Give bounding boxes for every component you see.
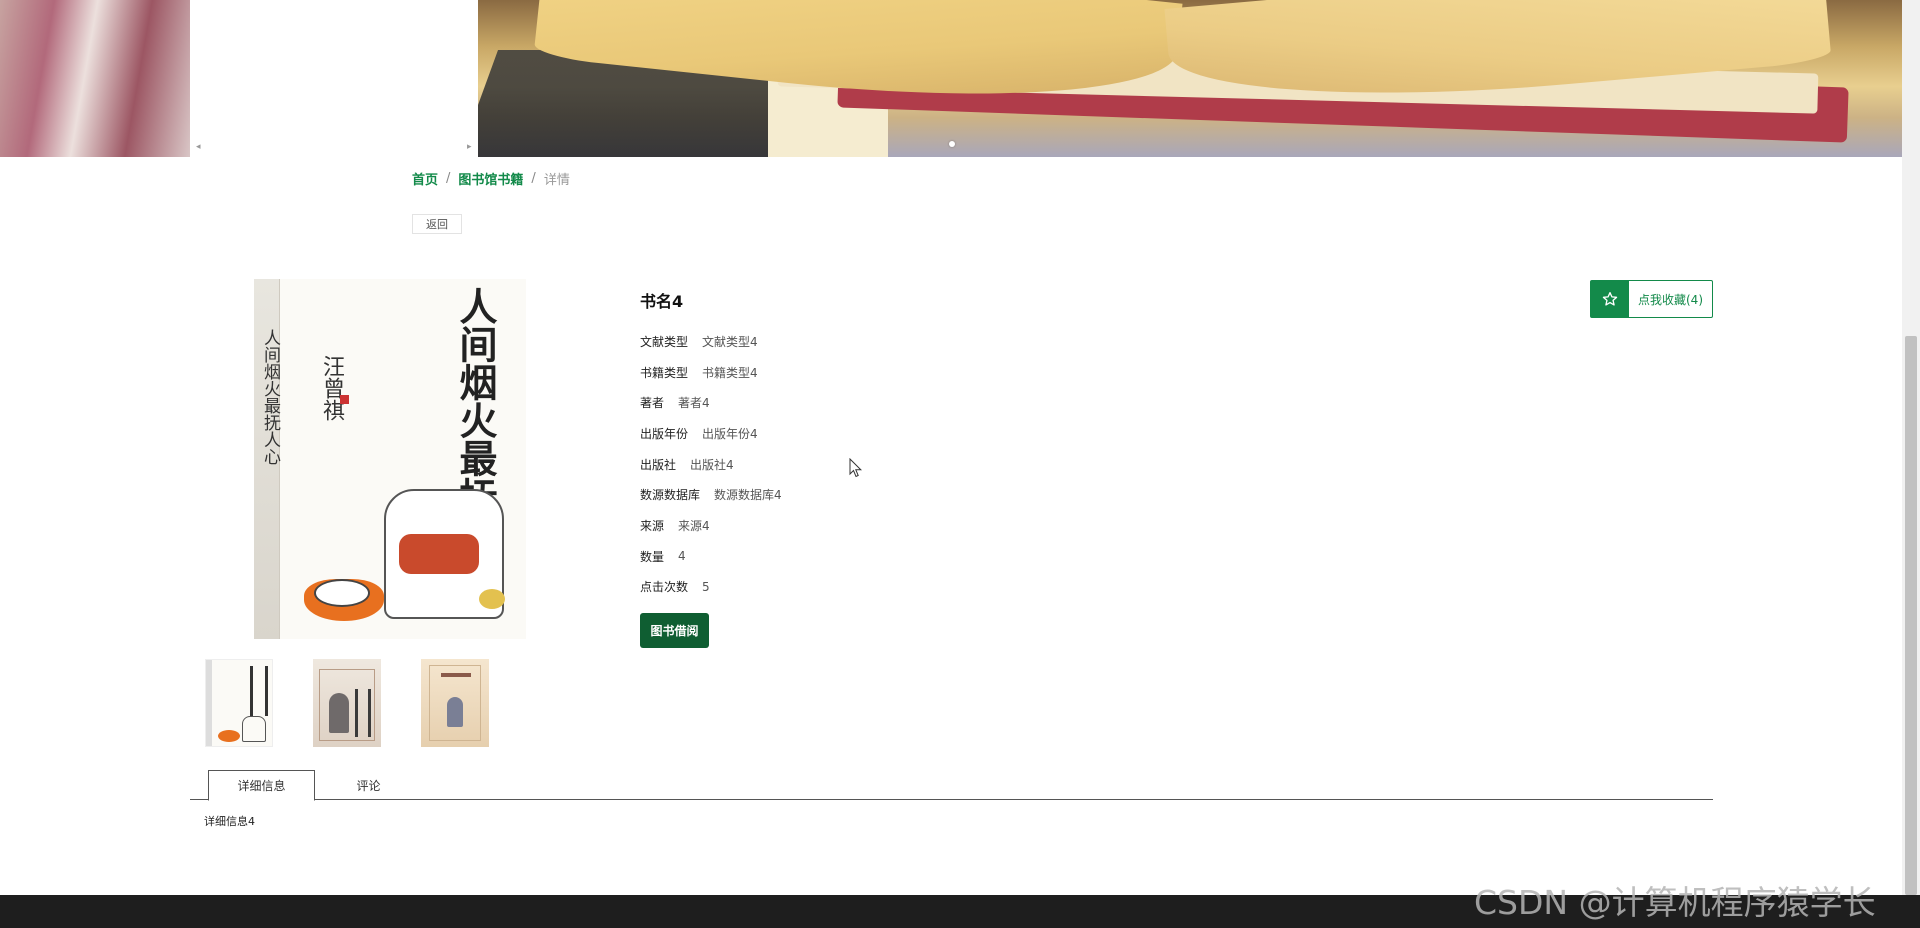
thumbnail-1[interactable] (205, 659, 273, 747)
thumbnail-spine (206, 660, 212, 746)
book-info-list: 文献类型 文献类型4 书籍类型 书籍类型4 著者 著者4 出版年份 出版年份4 … (640, 326, 782, 602)
tab-details[interactable]: 详细信息 (208, 770, 315, 801)
info-label: 书籍类型 (640, 365, 689, 380)
info-label: 著者 (640, 396, 665, 411)
breadcrumb-current: 详情 (543, 173, 570, 188)
carousel-prev-arrow[interactable]: ◂ (196, 142, 201, 152)
carousel-next-arrow[interactable]: ▸ (467, 142, 472, 152)
info-row-literature-type: 文献类型 文献类型4 (640, 326, 782, 357)
thumbnail-figure (329, 693, 349, 733)
favorite-label: 点我收藏(4) (1638, 292, 1703, 307)
thumbnail-chair (242, 716, 266, 742)
cover-cushion-illustration (399, 534, 479, 574)
info-value: 书籍类型4 (702, 365, 758, 380)
banner-main-image (478, 0, 1902, 157)
info-label: 数源数据库 (640, 488, 701, 503)
tab-content-details: 详细信息4 (204, 815, 255, 828)
breadcrumb-library[interactable]: 图书馆书籍 (458, 169, 523, 188)
info-value: 来源4 (678, 518, 710, 533)
cover-flower-illustration (479, 589, 505, 609)
book-cover-image: 人间烟火最抚人心 人间烟火最抚人心 汪曾祺 (254, 279, 526, 639)
cover-seal (340, 395, 349, 404)
detail-tabs: 详细信息 评论 (190, 770, 1713, 801)
info-label: 出版年份 (640, 426, 689, 441)
info-row-author: 著者 著者4 (640, 387, 782, 418)
info-value: 出版社4 (690, 457, 734, 472)
mouse-cursor-icon (849, 457, 863, 482)
info-row-quantity: 数量 4 (640, 541, 782, 572)
info-label: 出版社 (640, 457, 677, 472)
info-value: 著者4 (678, 396, 710, 411)
breadcrumb-separator: / (446, 171, 451, 186)
info-value: 文献类型4 (702, 334, 758, 349)
banner-gap (190, 0, 478, 157)
thumbnail-basket (218, 730, 240, 742)
info-value: 出版年份4 (702, 426, 758, 441)
info-value: 5 (702, 579, 710, 594)
info-label: 数量 (640, 549, 665, 564)
banner-carousel[interactable]: ◂ ▸ (0, 0, 1902, 157)
borrow-book-button[interactable]: 图书借阅 (640, 613, 709, 648)
back-button[interactable]: 返回 (412, 214, 462, 234)
breadcrumb: 首页 / 图书馆书籍 / 详情 (412, 169, 570, 188)
info-row-source: 来源 来源4 (640, 510, 782, 541)
thumbnail-title-strokes (250, 666, 268, 716)
info-row-publisher: 出版社 出版社4 (640, 449, 782, 480)
watermark-text: CSDN @计算机程序猿学长 (1474, 883, 1876, 922)
info-row-source-database: 数源数据库 数源数据库4 (640, 479, 782, 510)
cover-author: 汪曾祺 (319, 355, 344, 421)
thumbnail-title-strokes (355, 689, 371, 737)
thumbnail-figure (447, 697, 463, 727)
favorite-button[interactable]: 点我收藏(4) (1590, 280, 1713, 318)
info-row-click-count: 点击次数 5 (640, 572, 782, 603)
thumbnail-3[interactable] (421, 659, 489, 747)
info-label: 文献类型 (640, 334, 689, 349)
cover-cat-illustration (314, 579, 370, 607)
book-title: 书名4 (640, 292, 684, 311)
breadcrumb-separator: / (531, 171, 536, 186)
info-value: 4 (678, 549, 686, 564)
cover-spine-title: 人间烟火最抚人心 (260, 329, 280, 465)
breadcrumb-home[interactable]: 首页 (412, 169, 438, 188)
carousel-indicator-dot[interactable] (949, 141, 955, 147)
info-label: 点击次数 (640, 580, 689, 595)
info-row-book-type: 书籍类型 书籍类型4 (640, 357, 782, 388)
banner-side-image (0, 0, 190, 157)
info-value: 数源数据库4 (714, 488, 782, 503)
thumbnail-2[interactable] (313, 659, 381, 747)
scrollbar-thumb[interactable] (1905, 336, 1917, 895)
tab-comments[interactable]: 评论 (315, 770, 422, 800)
info-row-publish-year: 出版年份 出版年份4 (640, 418, 782, 449)
thumbnail-title-strokes (441, 673, 471, 677)
info-label: 来源 (640, 518, 665, 533)
star-outline-icon (1591, 281, 1629, 317)
